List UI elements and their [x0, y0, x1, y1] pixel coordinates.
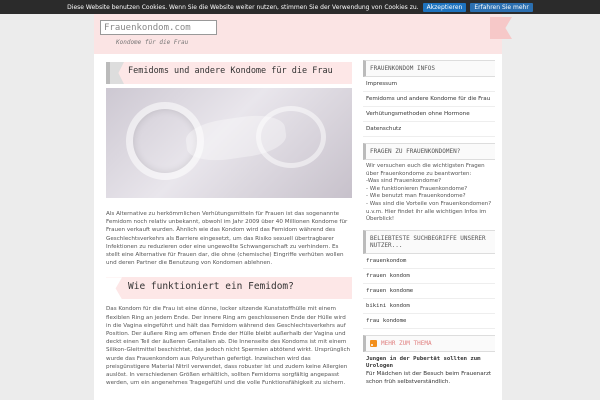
- post-image: [106, 88, 352, 198]
- faq-line: Wir versuchen euch die wichtigsten Frage…: [366, 163, 485, 177]
- widget-title-tags: BELIEBTESTE SUCHBEGRIFFE UNSERER NUTZER.…: [363, 229, 495, 254]
- cookie-text: Diese Website benutzen Cookies. Wenn Sie…: [67, 3, 419, 11]
- site-title[interactable]: Frauenkondom.com: [100, 20, 217, 35]
- section-heading-box: Wie funktioniert ein Femidom?: [106, 277, 352, 300]
- header-ribbon: [490, 17, 512, 39]
- faq-line: - Wie funktionieren Frauenkondome?: [366, 185, 468, 192]
- tag-link[interactable]: frauen kondom: [363, 269, 495, 284]
- tag-link[interactable]: frau kondome: [363, 314, 495, 329]
- sidebar-link-femidoms[interactable]: Femidoms und andere Kondome für die Frau: [363, 92, 495, 107]
- widget-title-news: MEHR ZUM THEMA: [363, 334, 495, 352]
- news-item-text: Für Mädchen ist der Besuch beim Frauenar…: [366, 370, 492, 385]
- content-area: Femidoms und andere Kondome für die Frau…: [106, 62, 352, 387]
- post-title-box: Femidoms und andere Kondome für die Frau: [106, 62, 352, 84]
- widget-news: MEHR ZUM THEMA Jungen in der Pubertät so…: [363, 334, 495, 386]
- sidebar-link-impressum[interactable]: Impressum: [363, 77, 495, 92]
- widget-infos: FRAUENKONDOM INFOS Impressum Femidoms un…: [363, 60, 495, 137]
- widget-title-faq: FRAGEN ZU FRAUENKONDOMEN?: [363, 143, 495, 160]
- widget-title-news-label[interactable]: MEHR ZUM THEMA: [381, 340, 432, 347]
- news-item: Jungen in der Pubertät sollten zum Urolo…: [363, 352, 495, 386]
- sidebar-link-verhuetung[interactable]: Verhütungsmethoden ohne Hormone: [363, 107, 495, 122]
- widget-faq: FRAGEN ZU FRAUENKONDOMEN? Wir versuchen …: [363, 143, 495, 224]
- cookie-accept-button[interactable]: Akzeptieren: [422, 2, 467, 12]
- post-paragraph-2: Das Kondom für die Frau ist eine dünne, …: [106, 306, 351, 387]
- rss-icon[interactable]: [370, 339, 377, 347]
- sidebar-link-datenschutz[interactable]: Datenschutz: [363, 122, 495, 137]
- site-tagline: Kondome für die Frau: [116, 39, 189, 46]
- section-ribbon: [106, 277, 122, 300]
- widget-tags: BELIEBTESTE SUCHBEGRIFFE UNSERER NUTZER.…: [363, 229, 495, 329]
- main-container: Femidoms und andere Kondome für die Frau…: [94, 54, 502, 400]
- femidom-inner-ring: [256, 106, 326, 168]
- faq-line: u.v.m. Hier findet ihr alle wichtigen In…: [366, 208, 487, 223]
- title-ribbon: [110, 62, 124, 84]
- news-item-title[interactable]: Jungen in der Pubertät sollten zum Urolo…: [366, 356, 492, 371]
- cookie-more-button[interactable]: Erfahren Sie mehr: [470, 2, 533, 12]
- section-heading: Wie funktioniert ein Femidom?: [128, 281, 294, 293]
- sidebar: FRAUENKONDOM INFOS Impressum Femidoms un…: [363, 60, 495, 392]
- faq-line: - Was sind die Vorteile von Frauenkondom…: [366, 200, 492, 207]
- site-header: Frauenkondom.com Kondome für die Frau: [94, 14, 512, 54]
- faq-line: - Wie benutzt man Frauenkondome?: [366, 193, 466, 200]
- tag-link[interactable]: frauen kondome: [363, 284, 495, 299]
- cookie-bar: Diese Website benutzen Cookies. Wenn Sie…: [0, 0, 600, 14]
- post-title[interactable]: Femidoms und andere Kondome für die Frau: [128, 66, 333, 76]
- widget-title-infos: FRAUENKONDOM INFOS: [363, 60, 495, 77]
- post-paragraph-1: Als Alternative zu herkömmlichen Verhütu…: [106, 211, 348, 267]
- faq-line: -Was sind Frauenkondome?: [366, 178, 442, 185]
- tag-link[interactable]: frauenkondom: [363, 254, 495, 269]
- tag-link[interactable]: bikini kondom: [363, 299, 495, 314]
